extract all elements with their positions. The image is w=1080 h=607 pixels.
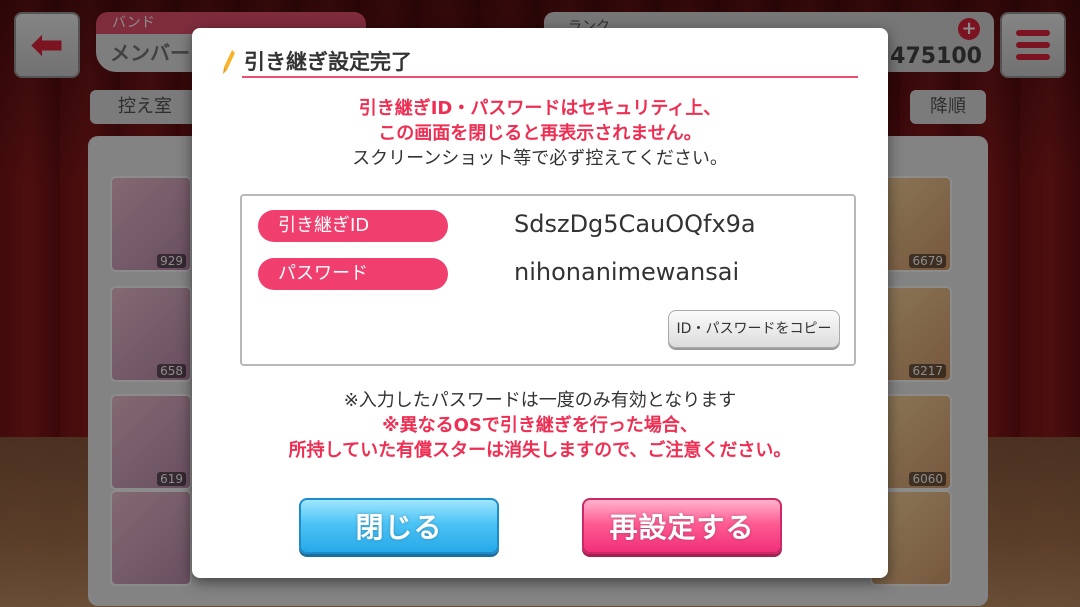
transfer-complete-dialog: 引き継ぎ設定完了 引き継ぎID・パスワードはセキュリティ上、 この画面を閉じると… (192, 28, 888, 578)
note-line-1: ※入力したパスワードは一度のみ有効となります (343, 390, 737, 411)
warning-line-1: 引き継ぎID・パスワードはセキュリティ上、 (358, 98, 722, 119)
close-button[interactable]: 閉じる (299, 498, 499, 554)
transfer-id-value: SdszDg5CauOQfx9a (514, 210, 756, 238)
copy-credentials-button[interactable]: ID・パスワードをコピー (668, 310, 840, 348)
password-label: パスワード (258, 258, 448, 290)
note-line-3: 所持していた有償スターは消失しますので、ご注意ください。 (288, 440, 792, 461)
warning-line-3: スクリーンショット等で必ず控えてください。 (352, 148, 728, 169)
password-value: nihonanimewansai (514, 258, 740, 286)
note-line-2: ※異なるOSで引き継ぎを行った場合、 (382, 415, 698, 436)
id-label: 引き継ぎID (258, 210, 448, 242)
warning-line-2: この画面を閉じると再表示されません。 (378, 123, 702, 144)
reset-button[interactable]: 再設定する (582, 498, 782, 554)
pen-icon (223, 50, 235, 74)
credentials-box: 引き継ぎID SdszDg5CauOQfx9a パスワード nihonanime… (240, 194, 856, 366)
dialog-title: 引き継ぎ設定完了 (244, 50, 412, 74)
title-divider (242, 76, 858, 78)
